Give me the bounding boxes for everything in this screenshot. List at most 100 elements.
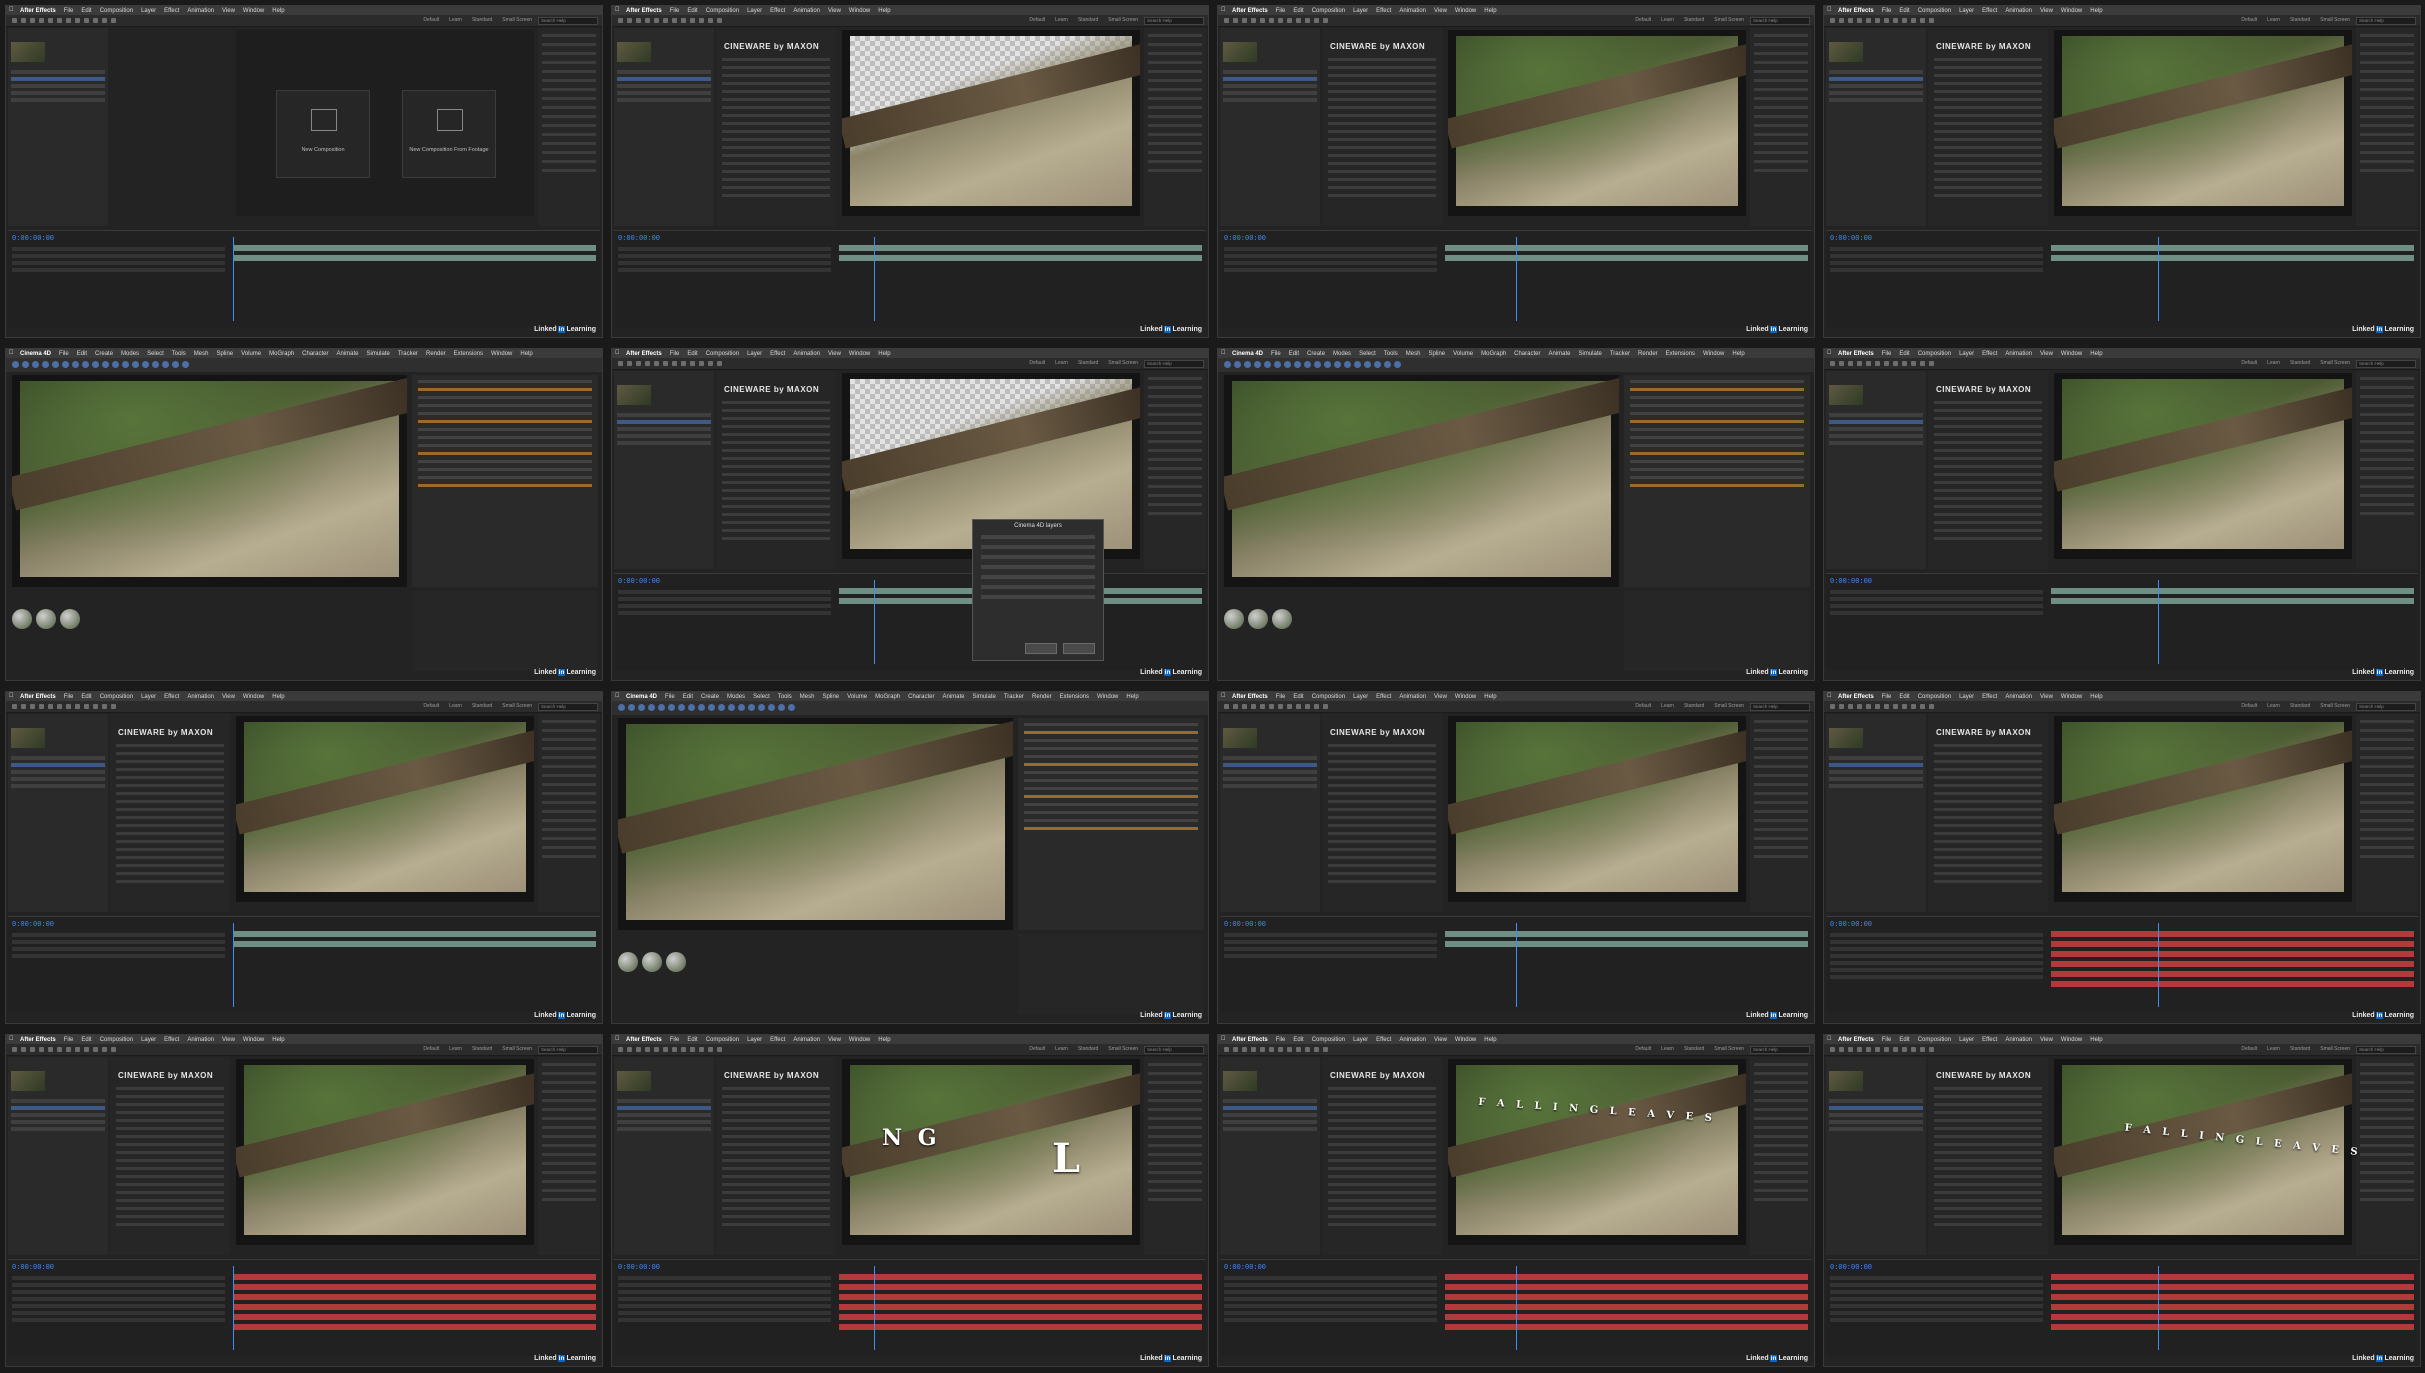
panel-row[interactable] — [2360, 70, 2414, 73]
layer-bar[interactable] — [232, 1304, 596, 1310]
tool-button[interactable] — [12, 704, 17, 709]
panel-row[interactable] — [2360, 106, 2414, 109]
menu-item[interactable]: Layer — [1959, 8, 1974, 14]
effect-setting-row[interactable] — [722, 505, 830, 508]
panel-row[interactable] — [1148, 1126, 1202, 1129]
panel-row[interactable] — [1148, 485, 1202, 488]
workspace-tab[interactable]: Standard — [472, 1046, 492, 1052]
tool-button[interactable] — [122, 361, 129, 368]
layer-row[interactable] — [1830, 590, 2044, 594]
apple-icon[interactable]:  — [1221, 350, 1226, 356]
panel-row[interactable] — [542, 837, 596, 840]
tool-button[interactable] — [1875, 18, 1880, 23]
menu-item[interactable]: Tracker — [1610, 351, 1630, 357]
layer-row[interactable] — [1224, 1276, 1438, 1280]
project-item[interactable] — [1829, 84, 1923, 88]
effect-setting-row[interactable] — [1328, 792, 1436, 795]
menu-item[interactable]: Edit — [683, 694, 693, 700]
tool-button[interactable] — [672, 18, 677, 23]
playhead[interactable] — [874, 580, 876, 664]
project-item[interactable] — [1829, 1113, 1923, 1117]
layer-row[interactable] — [618, 1276, 832, 1280]
panel-row[interactable] — [2360, 115, 2414, 118]
menu-item[interactable]: MoGraph — [1481, 351, 1506, 357]
panel-row[interactable] — [2360, 1171, 2414, 1174]
project-item[interactable] — [617, 1099, 711, 1103]
project-item[interactable] — [11, 777, 105, 781]
menu-item[interactable]: Effect — [1376, 694, 1391, 700]
menu-item[interactable]: Simulate — [1579, 351, 1602, 357]
effect-setting-row[interactable] — [1934, 146, 2042, 149]
effect-setting-row[interactable] — [1934, 122, 2042, 125]
panel-row[interactable] — [1754, 1063, 1808, 1066]
project-item[interactable] — [617, 1113, 711, 1117]
tool-button[interactable] — [668, 704, 675, 711]
project-item[interactable] — [11, 98, 105, 102]
effect-setting-row[interactable] — [116, 1103, 224, 1106]
tool-button[interactable] — [1296, 1047, 1301, 1052]
tool-button[interactable] — [1284, 361, 1291, 368]
effect-setting-row[interactable] — [1934, 449, 2042, 452]
menu-item[interactable]: Composition — [706, 1037, 739, 1043]
panel-row[interactable] — [1148, 1144, 1202, 1147]
effect-setting-row[interactable] — [116, 792, 224, 795]
tool-button[interactable] — [1251, 18, 1256, 23]
effect-setting-row[interactable] — [722, 98, 830, 101]
menu-item[interactable]: Create — [95, 351, 113, 357]
panel-row[interactable] — [1754, 783, 1808, 786]
tool-button[interactable] — [162, 361, 169, 368]
panel-row[interactable] — [1754, 819, 1808, 822]
tool-button[interactable] — [1911, 18, 1916, 23]
panel-row[interactable] — [542, 1153, 596, 1156]
effect-setting-row[interactable] — [1934, 138, 2042, 141]
menu-item[interactable]: Composition — [100, 694, 133, 700]
dialog-checkbox-row[interactable] — [981, 585, 1095, 589]
menu-item[interactable]: Layer — [1959, 351, 1974, 357]
apple-icon[interactable]:  — [9, 7, 14, 13]
layer-bar[interactable] — [232, 931, 596, 937]
workspace-tab[interactable]: Learn — [2267, 703, 2280, 709]
object-row[interactable] — [418, 420, 592, 423]
tool-button[interactable] — [75, 1047, 80, 1052]
menu-item[interactable]: Help — [272, 8, 284, 14]
effect-setting-row[interactable] — [1934, 98, 2042, 101]
panel-row[interactable] — [1148, 160, 1202, 163]
effect-setting-row[interactable] — [1934, 872, 2042, 875]
workspace-tab[interactable]: Learn — [2267, 360, 2280, 366]
effect-setting-row[interactable] — [116, 880, 224, 883]
layer-row[interactable] — [12, 1297, 226, 1301]
effect-setting-row[interactable] — [116, 1135, 224, 1138]
workspace-tab[interactable]: Standard — [1684, 17, 1704, 23]
timecode[interactable]: 0:00:00:00 — [1224, 235, 1266, 243]
panel-row[interactable] — [2360, 485, 2414, 488]
effect-setting-row[interactable] — [722, 401, 830, 404]
tool-button[interactable] — [30, 18, 35, 23]
tool-button[interactable] — [57, 1047, 62, 1052]
effect-setting-row[interactable] — [1934, 1175, 2042, 1178]
tool-button[interactable] — [663, 18, 668, 23]
menu-item[interactable]: Composition — [1312, 694, 1345, 700]
menu-item[interactable]: File — [1882, 8, 1892, 14]
panel-row[interactable] — [542, 738, 596, 741]
workspace-tab[interactable]: Standard — [2290, 703, 2310, 709]
effect-setting-row[interactable] — [1328, 170, 1436, 173]
effect-setting-row[interactable] — [116, 1207, 224, 1210]
effect-setting-row[interactable] — [722, 1215, 830, 1218]
menu-item[interactable]: Animation — [2005, 351, 2032, 357]
material-swatch[interactable] — [12, 609, 32, 629]
layer-row[interactable] — [1224, 261, 1438, 265]
tool-button[interactable] — [84, 18, 89, 23]
layer-row[interactable] — [12, 1304, 226, 1308]
layer-row[interactable] — [1830, 968, 2044, 972]
tool-button[interactable] — [1875, 361, 1880, 366]
menu-item[interactable]: View — [222, 1037, 235, 1043]
effect-setting-row[interactable] — [1934, 513, 2042, 516]
panel-row[interactable] — [542, 801, 596, 804]
tool-button[interactable] — [48, 704, 53, 709]
project-item[interactable] — [11, 763, 105, 767]
tool-button[interactable] — [728, 704, 735, 711]
panel-row[interactable] — [542, 855, 596, 858]
tool-button[interactable] — [1323, 704, 1328, 709]
apple-icon[interactable]:  — [615, 1036, 620, 1042]
tool-button[interactable] — [102, 361, 109, 368]
